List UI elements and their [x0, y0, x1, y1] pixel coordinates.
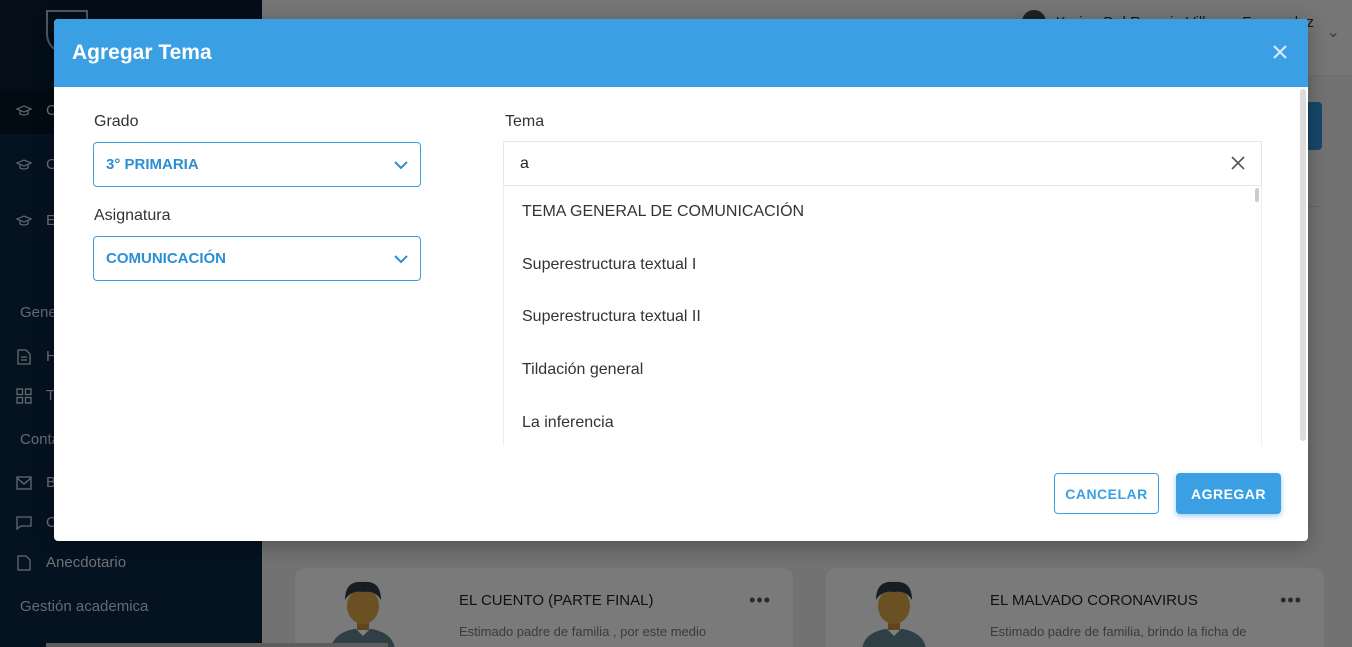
- add-button[interactable]: AGREGAR: [1176, 473, 1281, 514]
- grado-value: 3° PRIMARIA: [106, 156, 199, 173]
- options-scrollbar[interactable]: [1255, 188, 1259, 202]
- modal-header: Agregar Tema: [54, 19, 1308, 87]
- asignatura-value: COMUNICACIÓN: [106, 250, 226, 267]
- tema-option[interactable]: TEMA GENERAL DE COMUNICACIÓN: [504, 186, 1261, 239]
- close-icon[interactable]: [1268, 39, 1292, 63]
- asignatura-label: Asignatura: [94, 207, 171, 224]
- chevron-down-icon: [394, 254, 408, 263]
- chevron-down-icon: [394, 160, 408, 169]
- tema-label: Tema: [505, 113, 545, 130]
- grado-select[interactable]: 3° PRIMARIA: [93, 142, 421, 187]
- tema-option[interactable]: Superestructura textual II: [504, 291, 1261, 344]
- tema-option[interactable]: Superestructura textual I: [504, 239, 1261, 292]
- cancel-button[interactable]: CANCELAR: [1054, 473, 1159, 514]
- tema-options-list: TEMA GENERAL DE COMUNICACIÓN Superestruc…: [503, 186, 1262, 446]
- tema-search-box: [503, 141, 1262, 186]
- modal-scrollbar[interactable]: [1300, 89, 1306, 441]
- clear-icon[interactable]: [1229, 154, 1247, 172]
- modal-title: Agregar Tema: [72, 41, 212, 64]
- grado-label: Grado: [94, 113, 139, 130]
- asignatura-select[interactable]: COMUNICACIÓN: [93, 236, 421, 281]
- tema-option[interactable]: Tildación general: [504, 344, 1261, 397]
- tema-search-input[interactable]: [520, 152, 1200, 176]
- add-topic-modal: Agregar Tema Grado 3° PRIMARIA Asignatur…: [54, 19, 1308, 541]
- tema-option[interactable]: La inferencia: [504, 396, 1261, 446]
